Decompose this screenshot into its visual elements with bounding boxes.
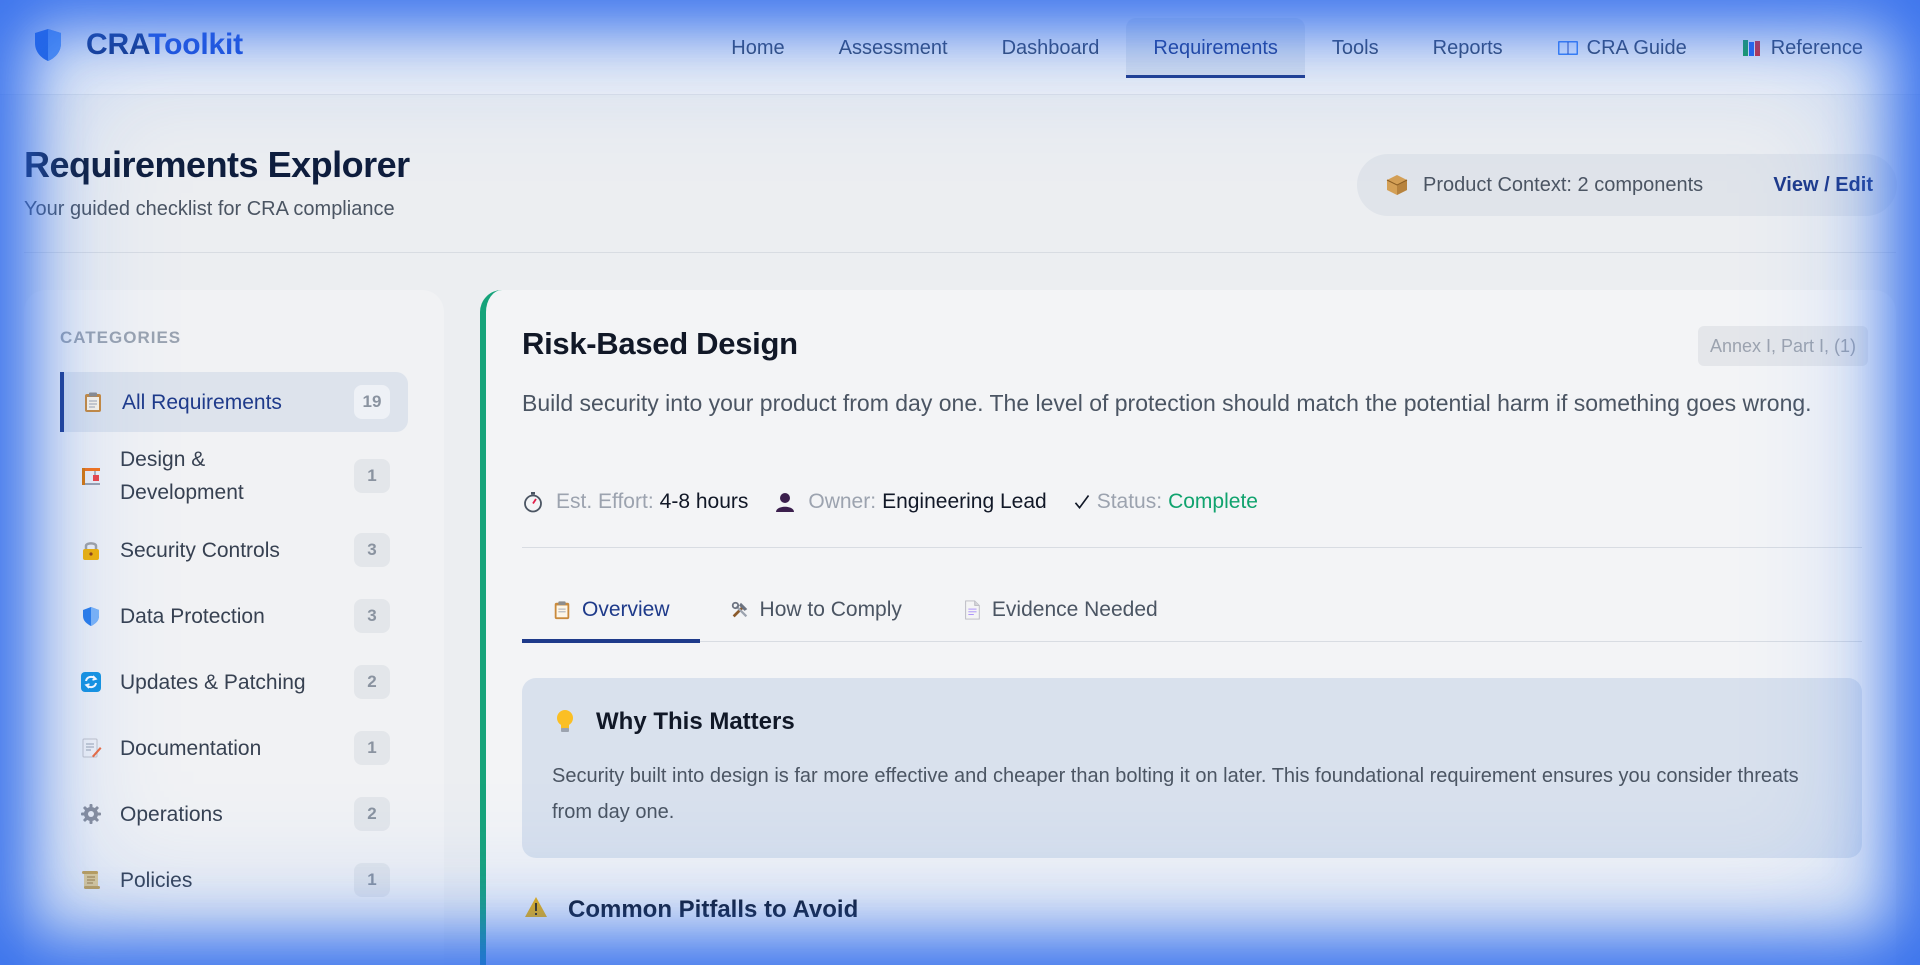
category-policies[interactable]: Policies 1: [60, 850, 408, 910]
why-this-matters-text: Security built into design is far more e…: [552, 765, 1799, 823]
refresh-icon: [81, 672, 101, 692]
categories-sidebar: CATEGORIES All Requirements 19 Design & …: [24, 290, 444, 965]
books-icon: [1742, 40, 1760, 56]
clipboard-icon: [85, 392, 101, 412]
tab-evidence-needed[interactable]: Evidence Needed: [932, 578, 1188, 642]
tab-how-to-comply[interactable]: How to Comply: [700, 578, 932, 642]
status-value: Complete: [1168, 490, 1258, 513]
shield-logo-icon: [35, 29, 61, 61]
requirement-title: Risk-Based Design: [522, 326, 798, 361]
product-context-pill: Product Context: 2 components View / Edi…: [1357, 154, 1897, 216]
common-pitfalls-title: Common Pitfalls to Avoid: [568, 896, 859, 923]
nav-reports[interactable]: Reports: [1406, 18, 1530, 78]
main-nav: Home Assessment Dashboard Requirements T…: [704, 18, 1890, 78]
category-label: Design & Development: [120, 448, 244, 504]
why-this-matters-panel: Why This Matters Security built into des…: [522, 678, 1862, 858]
category-label: All Requirements: [122, 390, 282, 414]
tab-overview[interactable]: Overview: [522, 578, 700, 643]
category-label: Policies: [120, 868, 193, 892]
category-security-controls[interactable]: Security Controls 3: [60, 520, 408, 580]
checkmark-icon: [1074, 494, 1089, 510]
construction-icon: [82, 468, 100, 485]
category-documentation[interactable]: Documentation 1: [60, 718, 408, 778]
owner-meta: Owner: Engineering Lead: [774, 490, 1047, 514]
user-icon: [776, 493, 795, 512]
stopwatch-icon: [524, 492, 542, 513]
header-divider: [24, 252, 1896, 253]
requirement-meta: Est. Effort: 4-8 hours Owner: Engineerin…: [522, 490, 1284, 514]
owner-value: Engineering Lead: [882, 490, 1047, 513]
nav-home[interactable]: Home: [704, 18, 811, 78]
category-label: Operations: [120, 802, 223, 826]
effort-meta: Est. Effort: 4-8 hours: [522, 490, 748, 514]
effort-value: 4-8 hours: [659, 490, 749, 513]
lock-icon: [83, 542, 99, 560]
memo-icon: [82, 738, 102, 758]
category-count-badge: 3: [354, 533, 390, 567]
nav-assessment[interactable]: Assessment: [812, 18, 975, 78]
nav-dashboard[interactable]: Dashboard: [975, 18, 1127, 78]
requirement-description: Build security into your product from da…: [522, 390, 1812, 416]
top-navigation-bar: CRAToolkit Home Assessment Dashboard Req…: [0, 0, 1920, 95]
open-book-icon: [1557, 41, 1578, 55]
meta-divider: [522, 547, 1862, 548]
category-label: Data Protection: [120, 604, 265, 628]
category-count-badge: 2: [354, 665, 390, 699]
tools-icon: [731, 601, 747, 618]
requirement-detail-card: Risk-Based Design Annex I, Part I, (1) B…: [480, 290, 1896, 965]
warning-icon: [525, 897, 547, 917]
category-all-requirements[interactable]: All Requirements 19: [60, 372, 408, 432]
package-icon: [1386, 175, 1408, 195]
category-label: Updates & Patching: [120, 670, 306, 694]
category-list: All Requirements 19 Design & Development…: [60, 372, 408, 916]
status-label: Status:: [1096, 490, 1163, 513]
brand-name: CRAToolkit: [86, 28, 243, 61]
page-title: Requirements Explorer: [24, 144, 410, 185]
lightbulb-icon: [557, 710, 573, 732]
category-count-badge: 2: [354, 797, 390, 831]
nav-reference[interactable]: Reference: [1714, 18, 1890, 78]
owner-label: Owner:: [808, 490, 877, 513]
product-context-label: Product Context: 2 components: [1423, 173, 1704, 196]
gear-icon: [81, 804, 101, 824]
brand-logo[interactable]: CRAToolkit: [34, 28, 243, 62]
category-count-badge: 3: [354, 599, 390, 633]
effort-label: Est. Effort:: [556, 490, 654, 513]
nav-cra-guide[interactable]: CRA Guide: [1530, 18, 1714, 78]
categories-heading: CATEGORIES: [60, 328, 182, 347]
category-count-badge: 1: [354, 459, 390, 493]
clipboard-icon: [554, 601, 570, 620]
category-operations[interactable]: Operations 2: [60, 784, 408, 844]
status-meta: Status: Complete: [1073, 490, 1258, 514]
view-edit-link[interactable]: View / Edit: [1773, 174, 1873, 197]
scroll-icon: [82, 871, 100, 889]
category-data-protection[interactable]: Data Protection 3: [60, 586, 408, 646]
category-count-badge: 1: [354, 731, 390, 765]
category-design-development[interactable]: Design & Development 1: [60, 438, 408, 514]
nav-tools[interactable]: Tools: [1305, 18, 1406, 78]
requirement-tabs: Overview How to Comply Evidence Needed: [522, 578, 1862, 643]
nav-requirements[interactable]: Requirements: [1126, 18, 1305, 78]
category-count-badge: 1: [354, 863, 390, 897]
page-subtitle: Your guided checklist for CRA compliance: [24, 198, 395, 220]
why-this-matters-title: Why This Matters: [596, 708, 795, 735]
shield-icon: [83, 607, 99, 626]
document-icon: [965, 600, 980, 620]
category-count-badge: 19: [354, 385, 390, 419]
category-updates-patching[interactable]: Updates & Patching 2: [60, 652, 408, 712]
annex-reference-badge: Annex I, Part I, (1): [1697, 326, 1868, 366]
category-label: Documentation: [120, 736, 262, 760]
category-label: Security Controls: [120, 538, 280, 562]
